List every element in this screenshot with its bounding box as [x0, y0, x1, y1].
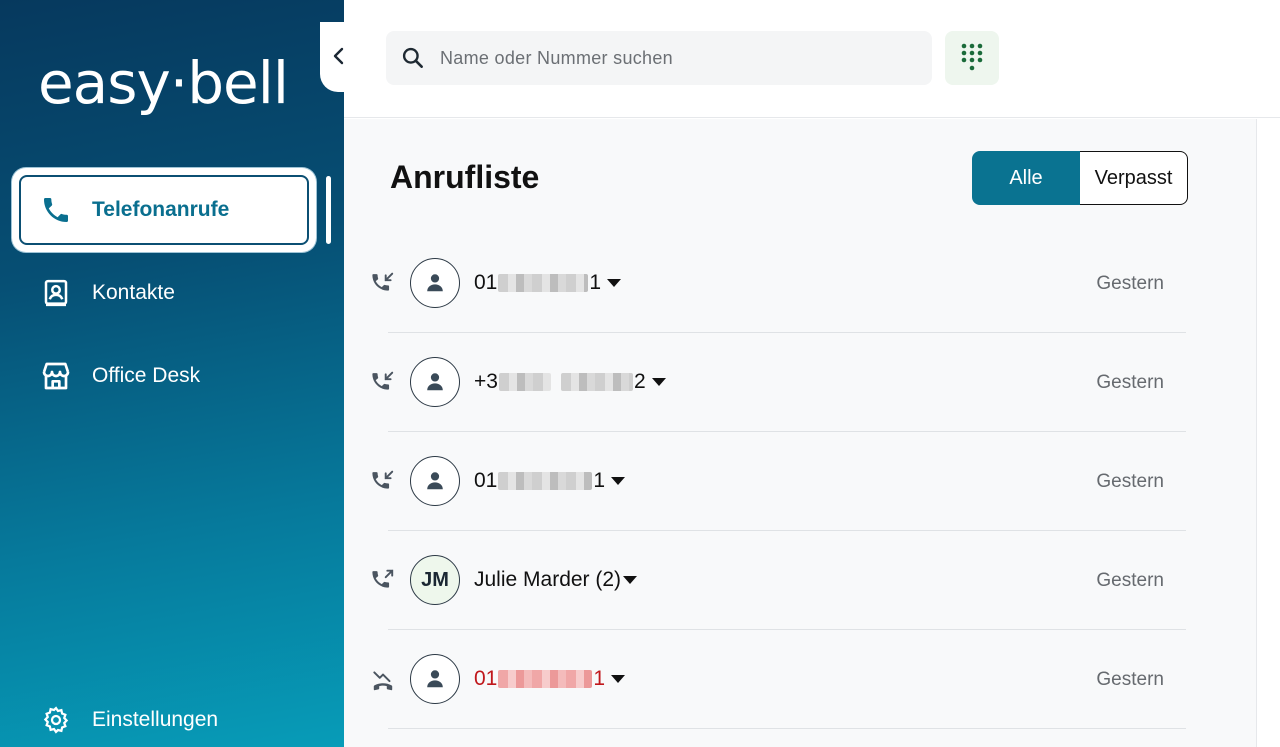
- app-root: easy·bell Telefonanrufe Kontakte Office …: [0, 0, 1280, 747]
- number-prefix: +3: [474, 370, 498, 393]
- call-time: Gestern: [1096, 669, 1164, 690]
- page-title: Anrufliste: [390, 159, 540, 195]
- person-icon: [427, 373, 443, 391]
- call-row[interactable]: 01 1 Gestern: [372, 432, 1186, 531]
- settings-label: Einstellungen: [92, 708, 219, 731]
- sidebar-item-office-desk[interactable]: Office Desk: [16, 338, 312, 414]
- outgoing-call-icon: [372, 569, 394, 588]
- filter-missed-button[interactable]: Verpasst: [1080, 151, 1188, 205]
- call-row[interactable]: 01 1 Gestern: [373, 630, 1186, 729]
- redacted-digits: [498, 472, 593, 490]
- avatar: [410, 654, 460, 704]
- number-prefix: 01: [474, 469, 498, 492]
- caller-number[interactable]: 01 1: [474, 667, 626, 691]
- avatar: [410, 357, 460, 407]
- avatar: JM: [410, 555, 460, 605]
- filter-all-button[interactable]: Alle: [972, 151, 1080, 205]
- gear-icon: [40, 704, 72, 736]
- redacted-digits: [498, 274, 589, 292]
- person-icon: [427, 670, 443, 688]
- sidebar-item-label: Telefonanrufe: [92, 198, 230, 221]
- incoming-call-icon: [372, 470, 394, 489]
- dialpad-button[interactable]: [945, 31, 999, 85]
- top-header: [344, 0, 1280, 118]
- caller-name-text: Julie Marder (2): [474, 568, 622, 591]
- search-bar[interactable]: [386, 31, 932, 85]
- person-icon: [427, 472, 443, 490]
- sidebar-item-telefonanrufe[interactable]: Telefonanrufe: [16, 172, 312, 248]
- phone-icon: [40, 194, 72, 226]
- right-panel-edge: [1256, 119, 1280, 747]
- settings-button[interactable]: Einstellungen: [16, 682, 312, 747]
- caller-number[interactable]: 01 1: [474, 469, 626, 493]
- call-time: Gestern: [1096, 273, 1164, 294]
- number-suffix: 1: [593, 469, 606, 492]
- number-suffix: 1: [593, 667, 606, 690]
- avatar: [410, 258, 460, 308]
- call-list: 01 1 Gestern +3 2 Gestern 01 1 Gestern J…: [344, 234, 1256, 729]
- number-suffix: 1: [589, 271, 602, 294]
- contact-book-icon: [40, 277, 72, 309]
- call-time: Gestern: [1096, 471, 1164, 492]
- redacted-digits: [498, 373, 551, 391]
- sidebar-item-label: Office Desk: [92, 364, 201, 387]
- main-content: Anrufliste Alle Verpasst 01 1 Gestern +3…: [344, 119, 1256, 747]
- call-row[interactable]: 01 1 Gestern: [372, 234, 1186, 333]
- caller-name[interactable]: Julie Marder (2): [474, 568, 638, 592]
- search-icon: [402, 47, 423, 68]
- call-filter: Alle Verpasst: [972, 151, 1188, 205]
- active-indicator: [326, 176, 331, 244]
- easybell-logo[interactable]: easy·bell: [38, 48, 289, 118]
- redacted-digits: [560, 373, 633, 391]
- missed-call-icon: [373, 671, 393, 691]
- chevron-down-icon[interactable]: [651, 378, 666, 386]
- number-prefix: 01: [474, 271, 498, 294]
- number-suffix: 2: [633, 370, 646, 393]
- sidebar-item-kontakte[interactable]: Kontakte: [16, 255, 312, 331]
- person-icon: [427, 274, 443, 292]
- chevron-down-icon[interactable]: [611, 477, 626, 485]
- chevron-down-icon[interactable]: [623, 576, 638, 584]
- incoming-call-icon: [372, 371, 394, 390]
- caller-number[interactable]: 01 1: [474, 271, 622, 295]
- call-time: Gestern: [1096, 372, 1164, 393]
- chevron-down-icon[interactable]: [607, 279, 622, 287]
- call-row[interactable]: +3 2 Gestern: [372, 333, 1186, 432]
- sidebar-item-label: Kontakte: [92, 281, 175, 304]
- incoming-call-icon: [372, 272, 394, 291]
- dialpad-icon: [961, 43, 983, 71]
- caller-number[interactable]: +3 2: [474, 370, 666, 394]
- store-icon: [40, 360, 72, 392]
- avatar: [410, 456, 460, 506]
- call-row[interactable]: JM Julie Marder (2) Gestern: [372, 531, 1186, 630]
- search-input[interactable]: [440, 47, 910, 69]
- call-time: Gestern: [1096, 570, 1164, 591]
- sidebar: easy·bell Telefonanrufe Kontakte Office …: [0, 0, 344, 747]
- redacted-digits: [498, 670, 593, 688]
- number-prefix: 01: [474, 667, 498, 690]
- chevron-down-icon[interactable]: [611, 675, 626, 683]
